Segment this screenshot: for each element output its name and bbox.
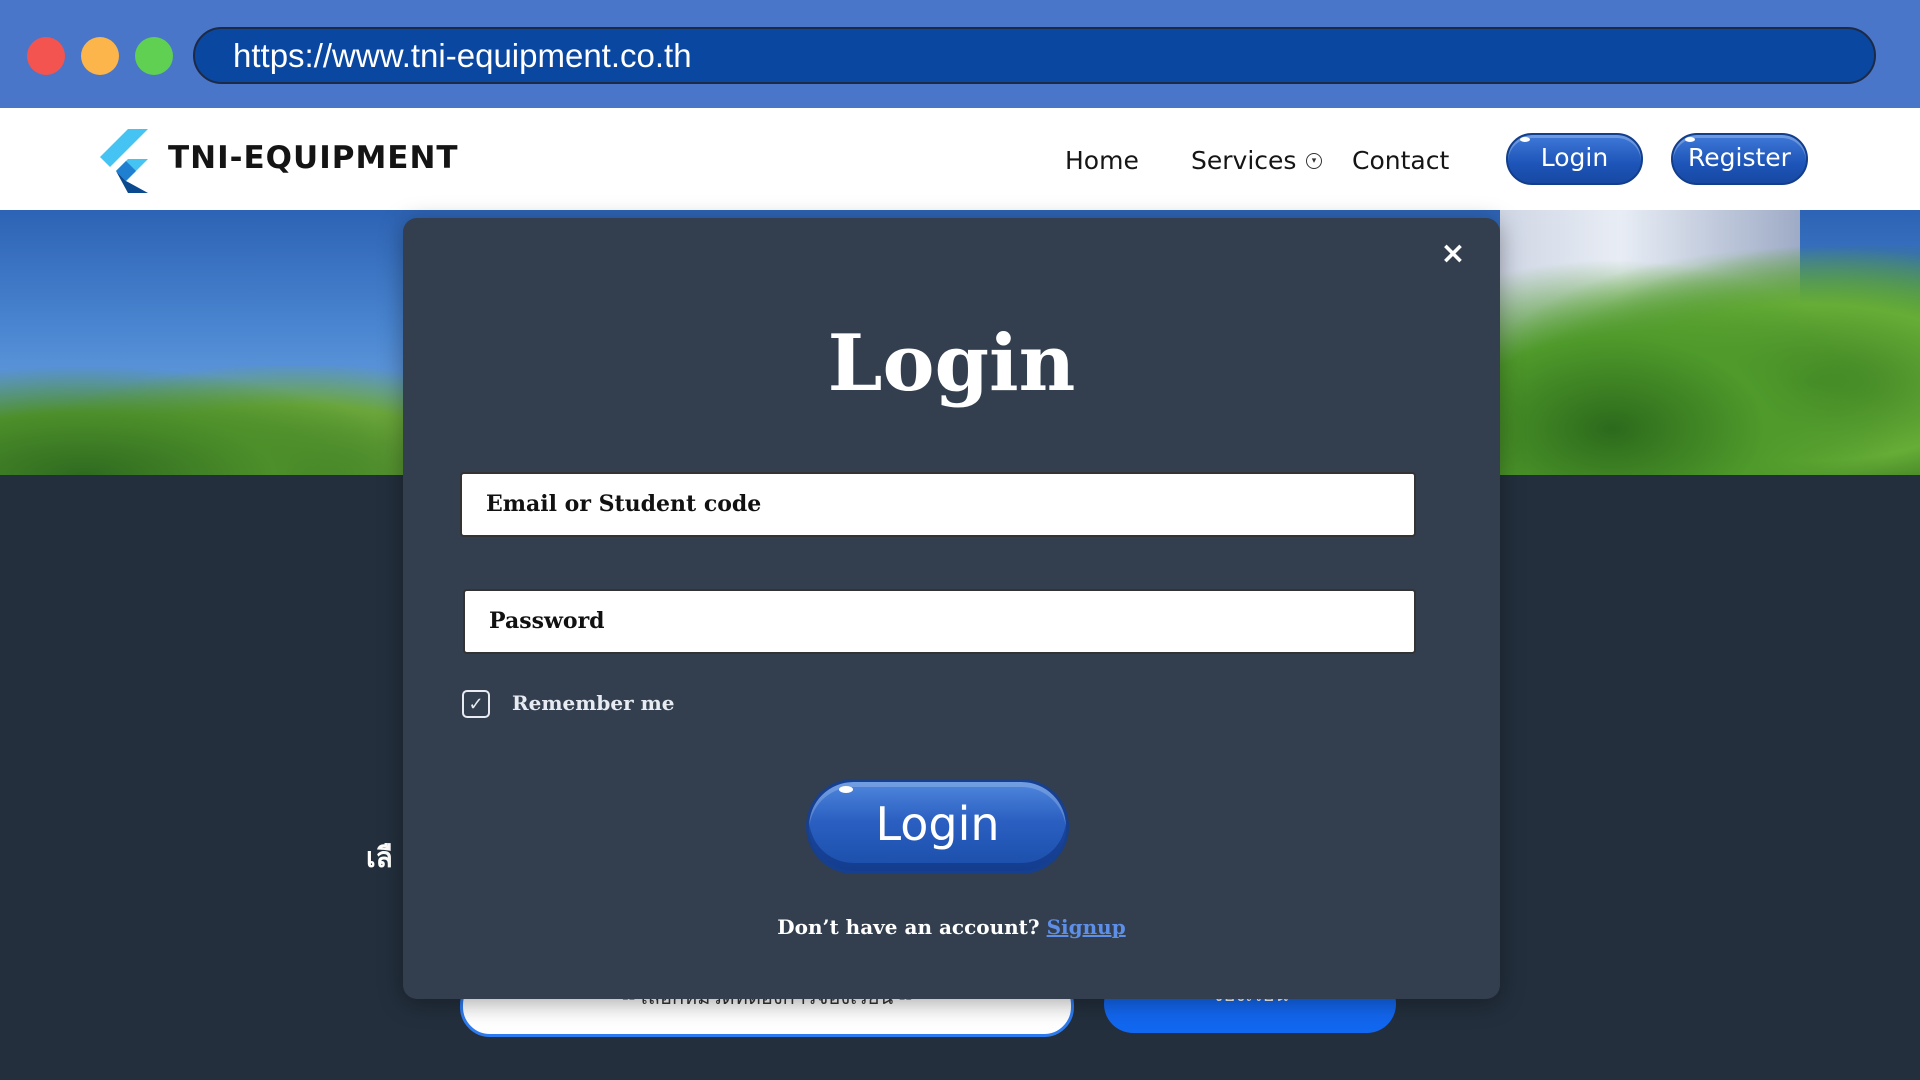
nav-home-link[interactable]: Home bbox=[1065, 146, 1139, 175]
login-submit-label: Login bbox=[875, 797, 1000, 851]
remember-label: Remember me bbox=[512, 691, 675, 715]
close-icon[interactable]: × bbox=[1435, 236, 1471, 272]
button-gloss bbox=[839, 786, 853, 793]
nav-services-link[interactable]: Services bbox=[1191, 146, 1296, 175]
login-modal: × Login Email or Student code Password ✓… bbox=[403, 218, 1500, 999]
address-bar[interactable]: https://www.tni-equipment.co.th bbox=[193, 27, 1876, 84]
flutter-logo-icon[interactable] bbox=[98, 129, 152, 193]
modal-title: Login bbox=[827, 318, 1076, 409]
nav-contact-link[interactable]: Contact bbox=[1352, 146, 1449, 175]
nav-login-label: Login bbox=[1540, 143, 1609, 172]
checkmark-icon: ✓ bbox=[468, 694, 484, 714]
nav-register-button[interactable]: Register bbox=[1671, 133, 1808, 185]
remember-checkbox[interactable]: ✓ bbox=[462, 690, 490, 718]
hero-trees-right bbox=[1480, 245, 1920, 475]
nav-login-button[interactable]: Login bbox=[1506, 133, 1643, 185]
category-heading: เลื bbox=[366, 842, 393, 873]
browser-chrome: https://www.tni-equipment.co.th bbox=[0, 0, 1920, 108]
window-minimize-button[interactable] bbox=[81, 37, 119, 75]
site-navbar: TNI-EQUIPMENT Home Services ▾ Contact Lo… bbox=[0, 108, 1920, 210]
window-maximize-button[interactable] bbox=[135, 37, 173, 75]
window-close-button[interactable] bbox=[27, 37, 65, 75]
email-field[interactable]: Email or Student code bbox=[460, 472, 1416, 537]
button-gloss bbox=[1520, 137, 1530, 142]
hero-trees-left bbox=[0, 365, 420, 475]
password-field[interactable]: Password bbox=[463, 589, 1416, 654]
signup-link[interactable]: Signup bbox=[1047, 915, 1126, 939]
login-submit-button[interactable]: Login bbox=[806, 779, 1069, 874]
brand-name[interactable]: TNI-EQUIPMENT bbox=[168, 140, 459, 176]
chevron-down-icon[interactable]: ▾ bbox=[1306, 153, 1322, 169]
button-gloss bbox=[1685, 137, 1695, 142]
signup-prompt: Don’t have an account? bbox=[777, 915, 1040, 939]
signup-line: Don’t have an account? Signup bbox=[403, 915, 1500, 939]
nav-register-label: Register bbox=[1688, 143, 1791, 172]
